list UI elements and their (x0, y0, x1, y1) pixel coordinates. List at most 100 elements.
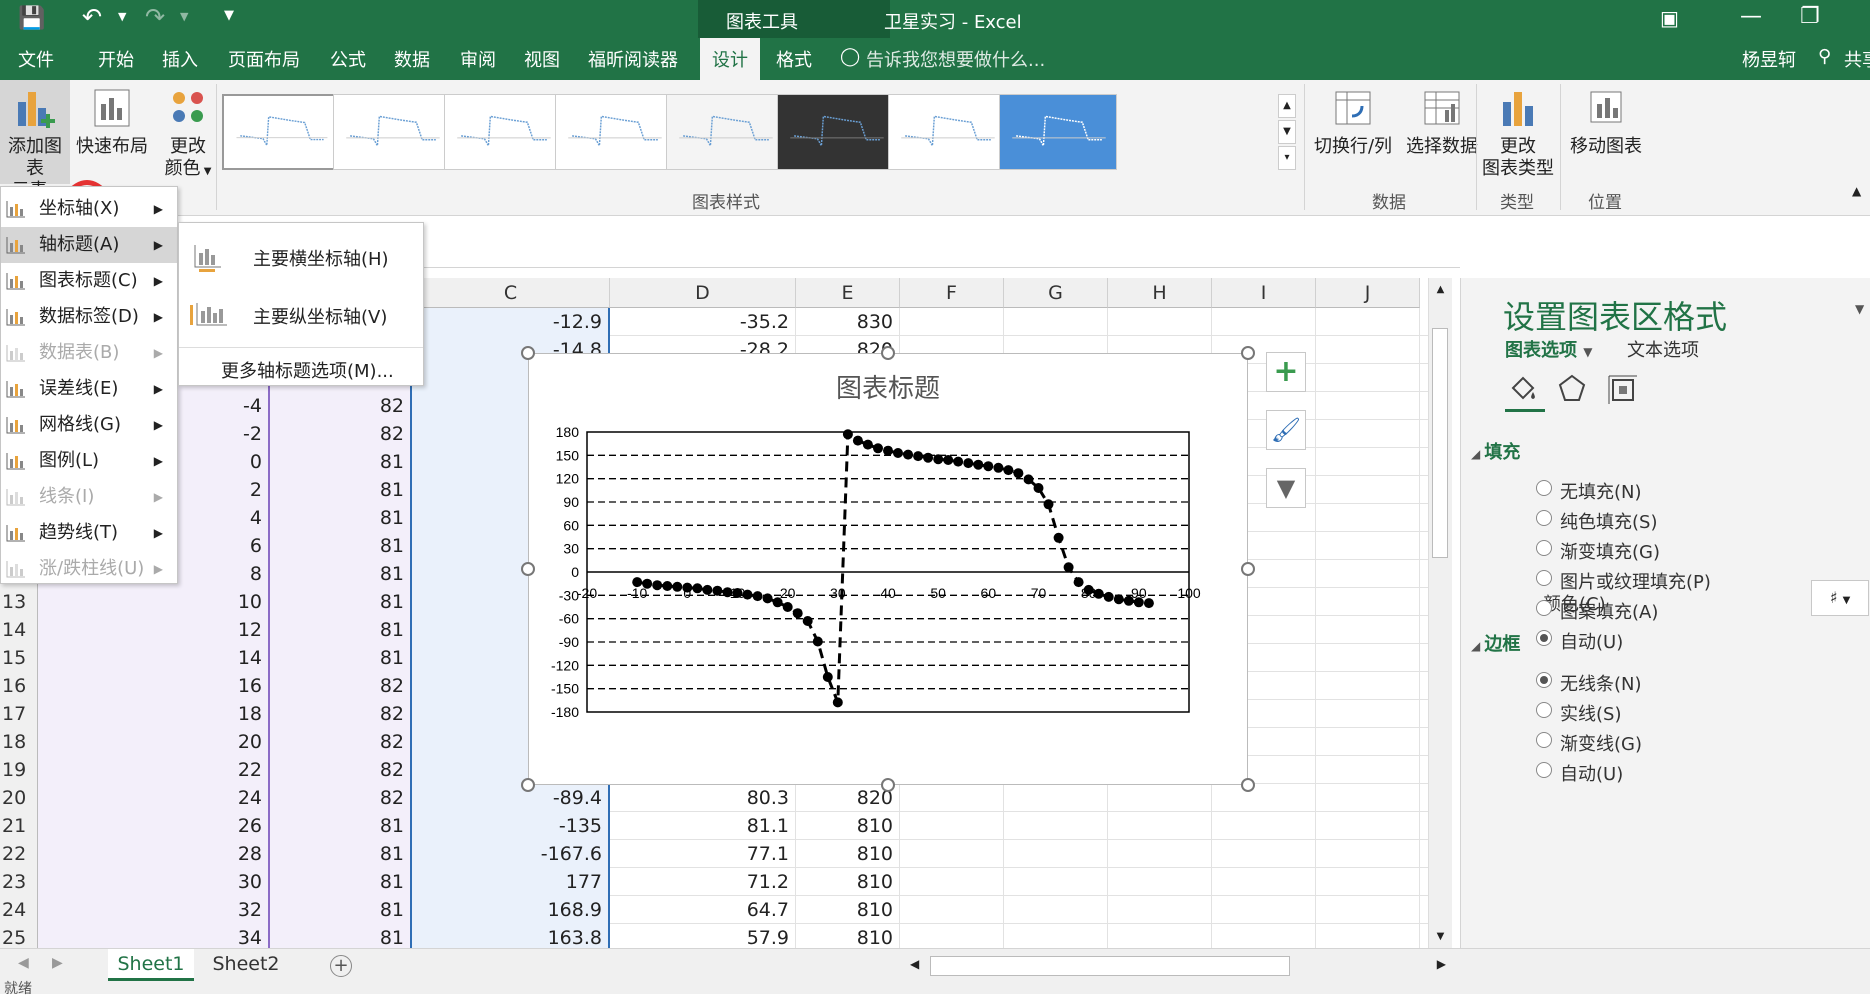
cell-empty[interactable] (1316, 420, 1420, 448)
data-point[interactable] (943, 455, 954, 465)
cell-a[interactable]: 12 (38, 616, 270, 644)
cell-a[interactable]: 32 (38, 896, 270, 924)
undo-icon[interactable]: ↶ (82, 3, 102, 31)
cell-empty[interactable] (1316, 336, 1420, 364)
data-point[interactable] (1033, 483, 1044, 493)
chart-options-tab[interactable]: 图表选项 ▼ (1505, 336, 1593, 362)
redo-dropdown-icon[interactable]: ▼ (180, 10, 188, 23)
undo-dropdown-icon[interactable]: ▼ (118, 10, 126, 23)
cell-empty[interactable] (1108, 868, 1212, 896)
cell-empty[interactable] (1316, 756, 1420, 784)
size-properties-tab[interactable] (1605, 372, 1645, 412)
cell-empty[interactable] (1316, 308, 1420, 336)
border-option-radio[interactable] (1536, 702, 1552, 718)
data-point[interactable] (842, 429, 853, 440)
data-point[interactable] (1113, 594, 1124, 605)
data-point[interactable] (782, 602, 793, 612)
data-point[interactable] (1143, 598, 1154, 609)
data-point[interactable] (873, 443, 883, 454)
cell-a[interactable]: 26 (38, 812, 270, 840)
resize-handle-mr[interactable] (1241, 562, 1255, 576)
chart-style-thumbnail[interactable] (222, 94, 340, 170)
move-chart-button[interactable]: 移动图表 (1564, 86, 1648, 158)
cell-empty[interactable] (1316, 728, 1420, 756)
row-header[interactable]: 24 (0, 896, 38, 924)
cell-empty[interactable] (900, 896, 1004, 924)
tab-data[interactable]: 数据 (394, 46, 430, 72)
tab-formulas[interactable]: 公式 (330, 46, 366, 72)
next-sheet-icon[interactable]: ▶ (52, 955, 63, 971)
change-colors-button[interactable]: 更改 颜色 ▼ (158, 86, 218, 183)
row-header[interactable]: 13 (0, 588, 38, 616)
ribbon-display-icon[interactable]: ▣ (1660, 6, 1679, 30)
cell-empty[interactable] (900, 868, 1004, 896)
data-point[interactable] (963, 458, 974, 469)
chart-style-thumbnail[interactable] (777, 94, 895, 170)
cell-empty[interactable] (1316, 448, 1420, 476)
chart-styles-button[interactable]: 🖌 (1266, 410, 1306, 450)
data-point[interactable] (862, 439, 873, 450)
vertical-scrollbar[interactable]: ▲ ▼ (1428, 278, 1452, 948)
horizontal-scroll-thumb[interactable] (930, 956, 1290, 976)
column-header-f[interactable]: F (900, 278, 1004, 308)
cell-empty[interactable] (1316, 504, 1420, 532)
cell-d[interactable]: 57.9 (610, 924, 796, 948)
column-header-d[interactable]: D (610, 278, 796, 308)
data-point[interactable] (903, 449, 914, 460)
fill-option-radio[interactable] (1536, 570, 1552, 586)
gallery-scroll-up-button[interactable]: ▲ (1278, 94, 1296, 118)
cell-empty[interactable] (1316, 924, 1420, 948)
sheet-tab-sheet1[interactable]: Sheet1 (108, 949, 194, 981)
cell-empty[interactable] (900, 840, 1004, 868)
chart-style-thumbnail[interactable] (333, 94, 451, 170)
text-options-tab[interactable]: 文本选项 (1627, 336, 1699, 362)
cell-empty[interactable] (1004, 868, 1108, 896)
cell-empty[interactable] (1316, 812, 1420, 840)
cell-b[interactable]: 81 (270, 924, 412, 948)
cell-b[interactable]: 82 (270, 756, 412, 784)
vertical-scroll-thumb[interactable] (1432, 328, 1448, 558)
data-point[interactable] (822, 672, 833, 682)
cell-a[interactable]: 18 (38, 700, 270, 728)
resize-handle-ml[interactable] (521, 562, 535, 576)
tab-file[interactable]: 文件 (18, 46, 54, 72)
data-point[interactable] (742, 589, 753, 600)
column-header-g[interactable]: G (1004, 278, 1108, 308)
data-point[interactable] (752, 591, 763, 602)
cell-d[interactable]: 80.3 (610, 784, 796, 812)
user-name[interactable]: 杨昱轲 (1742, 46, 1796, 72)
column-header-c[interactable]: C (412, 278, 610, 308)
fill-option-radio[interactable] (1536, 480, 1552, 496)
menu-item[interactable]: 坐标轴(X) ▶ (1, 191, 177, 227)
row-header[interactable]: 16 (0, 672, 38, 700)
effects-tab[interactable] (1555, 372, 1595, 412)
menu-item[interactable]: 轴标题(A) ▶ (1, 227, 177, 263)
resize-handle-bc[interactable] (881, 778, 895, 792)
cell-d[interactable]: 81.1 (610, 812, 796, 840)
cell-a[interactable]: 28 (38, 840, 270, 868)
menu-item[interactable]: 图例(L) ▶ (1, 443, 177, 479)
cell-empty[interactable] (1316, 896, 1420, 924)
cell-b[interactable]: 82 (270, 700, 412, 728)
resize-handle-br[interactable] (1241, 778, 1255, 792)
border-option-radio[interactable] (1536, 672, 1552, 688)
horizontal-scrollbar[interactable]: ◀ ▶ (904, 953, 1452, 979)
data-point[interactable] (852, 435, 863, 446)
cell-empty[interactable] (1316, 364, 1420, 392)
minimize-icon[interactable]: — (1740, 4, 1762, 29)
cell-empty[interactable] (1316, 588, 1420, 616)
save-icon[interactable]: 💾 (18, 6, 45, 31)
prev-sheet-icon[interactable]: ◀ (18, 955, 29, 971)
data-point[interactable] (632, 577, 643, 588)
tab-page-layout[interactable]: 页面布局 (228, 46, 300, 72)
chart-elements-button[interactable]: + (1266, 352, 1306, 392)
data-point[interactable] (642, 578, 653, 589)
cell-empty[interactable] (1212, 784, 1316, 812)
row-header[interactable]: 17 (0, 700, 38, 728)
scroll-right-arrow-icon[interactable]: ▶ (1437, 957, 1446, 971)
data-point[interactable] (1103, 591, 1114, 602)
cell-empty[interactable] (1316, 532, 1420, 560)
cell-e[interactable]: 810 (796, 896, 900, 924)
cell-empty[interactable] (1212, 896, 1316, 924)
cell-a[interactable]: 10 (38, 588, 270, 616)
